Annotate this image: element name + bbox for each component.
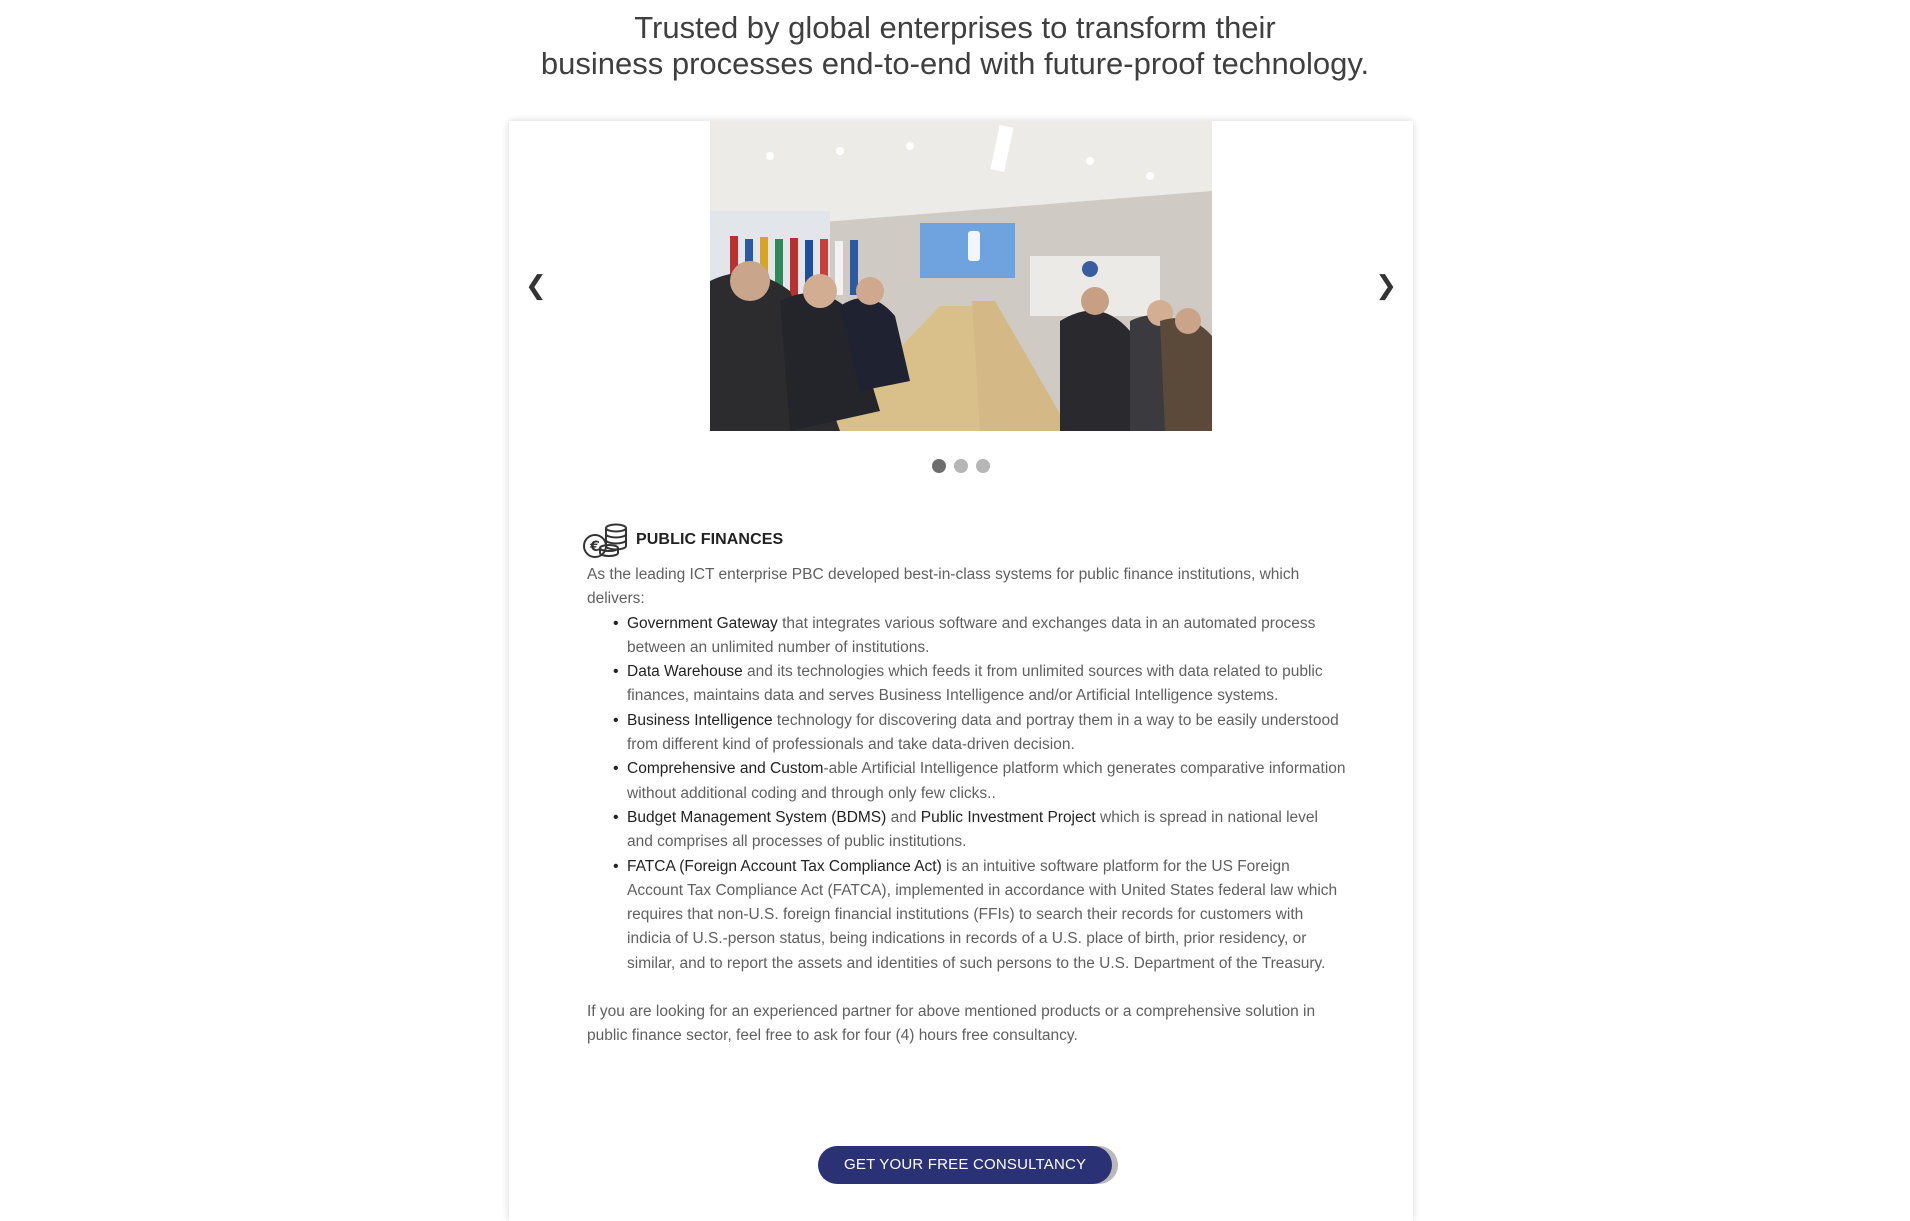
section-title: PUBLIC FINANCES	[636, 531, 784, 548]
item-text: and	[886, 808, 921, 826]
item-strong: Data Warehouse	[627, 663, 743, 681]
item-strong: Budget Management System (BDMS)	[627, 808, 887, 826]
section-content: € PUBLIC FINANCES As the leading ICT ent…	[582, 519, 1346, 1049]
carousel-next-button[interactable]: ❯	[1375, 271, 1397, 301]
carousel-dot-2[interactable]	[954, 459, 968, 473]
carousel-slide-image	[710, 121, 1212, 431]
item-strong-2: Public Investment Project	[920, 808, 1096, 826]
content-card: ❮ ❯ € PUBLIC FINANCES As the leading ICT…	[509, 121, 1413, 1221]
free-consultancy-button[interactable]: GET YOUR FREE CONSULTANCY	[818, 1146, 1113, 1184]
item-strong: FATCA (Foreign Account Tax Compliance Ac…	[627, 857, 942, 875]
list-item: Budget Management System (BDMS) and Publ…	[613, 806, 1347, 855]
list-item: Data Warehouse and its technologies whic…	[613, 660, 1347, 709]
list-item: FATCA (Foreign Account Tax Compliance Ac…	[613, 855, 1347, 976]
list-item: Comprehensive and Custom-able Artificial…	[613, 757, 1347, 806]
hero-headline: Trusted by global enterprises to transfo…	[0, 10, 1910, 82]
list-item: Business Intelligence technology for dis…	[613, 709, 1347, 758]
section-closing: If you are looking for an experienced pa…	[587, 1003, 1316, 1045]
carousel-dots	[509, 458, 1413, 477]
conference-room-photo	[710, 121, 1212, 431]
item-strong: Comprehensive and Custom	[627, 760, 824, 778]
list-item: Government Gateway that integrates vario…	[613, 612, 1347, 661]
coins-euro-icon: €	[583, 523, 627, 558]
carousel-dot-1[interactable]	[932, 459, 946, 473]
section-intro: As the leading ICT enterprise PBC develo…	[587, 566, 1300, 608]
feature-list: Government Gateway that integrates vario…	[582, 612, 1347, 976]
item-strong: Government Gateway	[627, 614, 778, 632]
item-strong: Business Intelligence	[627, 711, 773, 729]
svg-text:€: €	[589, 539, 600, 555]
cta-wrapper: GET YOUR FREE CONSULTANCY	[818, 1146, 1113, 1184]
hero-line-2: business processes end-to-end with futur…	[540, 46, 1370, 81]
carousel-dot-3[interactable]	[976, 459, 990, 473]
carousel-prev-button[interactable]: ❮	[525, 271, 547, 301]
section-header: € PUBLIC FINANCES	[582, 519, 1342, 561]
hero-line-1: Trusted by global enterprises to transfo…	[634, 10, 1276, 45]
